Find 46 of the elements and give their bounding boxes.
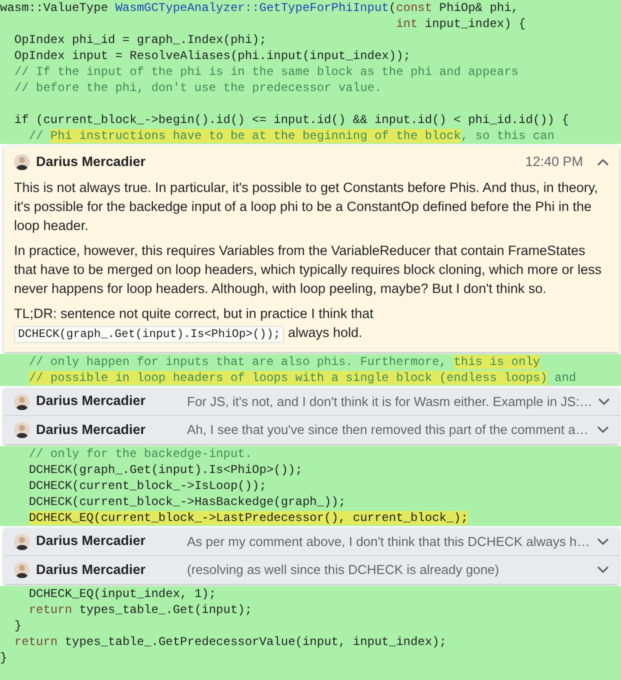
avatar-icon	[14, 422, 30, 438]
code-line: // before the phi, don't use the predecessor value.	[13, 80, 382, 96]
code-line: // possible in loop headers of loops with a single block (endless loops) and	[28, 370, 576, 386]
code-line: DCHECK(graph_.Get(input).Is<PhiOp>());	[28, 462, 302, 478]
collapsed-comment[interactable]: Darius Mercadier As per my comment above, I don't think that this DCHECK always h…	[4, 528, 619, 556]
code-line: DCHECK(current_block_->HasBackedge(graph_));	[28, 494, 346, 510]
avatar-icon	[14, 154, 30, 170]
collapsed-comment[interactable]: Darius Mercadier For JS, it's not, and I don't think it is for Wasm either. Example in JS:…	[4, 388, 619, 416]
code-line: wasm::ValueType WasmGCTypeAnalyzer::GetTypeForPhiInput(const PhiOp& phi,	[0, 0, 519, 16]
code-line: DCHECK_EQ(input_index, 1);	[28, 586, 216, 602]
comment-time: 12:40 PM	[525, 152, 583, 171]
comment-author: Darius Mercadier	[36, 560, 147, 579]
code-line: OpIndex input = ResolveAliases(phi.input(input_index));	[13, 48, 410, 64]
code-line: // only for the backedge-input.	[28, 446, 252, 462]
collapsed-comment[interactable]: Darius Mercadier Ah, I see that you've since then removed this part of the comment a…	[4, 416, 619, 444]
chevron-up-icon[interactable]	[597, 158, 609, 166]
code-line: return types_table_.GetPredecessorValue(input, input_index);	[13, 634, 446, 650]
comment-author: Darius Mercadier	[36, 420, 147, 439]
comment-paragraph: TL;DR: sentence not quite correct, but in practice I think that DCHECK(graph_.Get(input).Is<PhiOp>()); always hold.	[14, 305, 374, 344]
code-line: int input_index) {	[395, 16, 526, 32]
chevron-down-icon[interactable]	[597, 538, 609, 546]
avatar-icon	[14, 394, 30, 410]
code-line: DCHECK(current_block_->IsLoop());	[28, 478, 266, 494]
comment-author: Darius Mercadier	[36, 392, 147, 410]
chevron-down-icon[interactable]	[597, 566, 609, 574]
avatar-icon	[14, 562, 30, 578]
code-line: OpIndex phi_id = graph_.Index(phi);	[13, 32, 266, 48]
comment-snippet: Ah, I see that you've since then removed this part of the comment a…	[187, 421, 590, 440]
comment-author: Darius Mercadier	[36, 152, 146, 171]
code-line: // If the input of the phi is in the same block as the phi and appears	[13, 64, 518, 80]
code-line: return types_table_.Get(input);	[28, 602, 252, 618]
chevron-down-icon[interactable]	[598, 398, 610, 406]
code-line: }	[13, 618, 22, 634]
code-line: }	[0, 650, 8, 666]
comment-snippet: For JS, it's not, and I don't think it is for Wasm either. Example in JS:…	[187, 392, 592, 411]
code-line: if (current_block_->begin().id() <= input.id() && input.id() < phi_id.id()) {	[13, 112, 569, 128]
code-line: // only happen for inputs that are also phis. Furthermore, this is only	[28, 354, 540, 370]
avatar-icon	[14, 534, 30, 550]
comment-snippet: (resolving as well since this DCHECK is already gone)	[187, 561, 500, 580]
comment-snippet: As per my comment above, I don't think that this DCHECK always h…	[187, 532, 591, 551]
code-line: // Phi instructions have to be at the beginning of the block, so this can	[28, 128, 555, 144]
chevron-down-icon[interactable]	[597, 426, 609, 434]
comment-author: Darius Mercadier	[36, 532, 147, 550]
comment-paragraph: In practice, however, this requires Variables from the VariableReducer that contain FrameStates that have to be merged on loop headers, which typically requires block cloning, which more or less never happens for loop headers. Although, with loop peeling, maybe? But I don't think so.	[14, 242, 603, 298]
comment-paragraph: This is not always true. In particular, it's possible to get Constants before Phis. And thus, in theory, it's possible for the backedge input of a loop phi to be a ConstantOp defined before the Phi in the loop header.	[14, 179, 599, 235]
collapsed-comment[interactable]: Darius Mercadier (resolving as well since this DCHECK is already gone)	[4, 556, 619, 584]
